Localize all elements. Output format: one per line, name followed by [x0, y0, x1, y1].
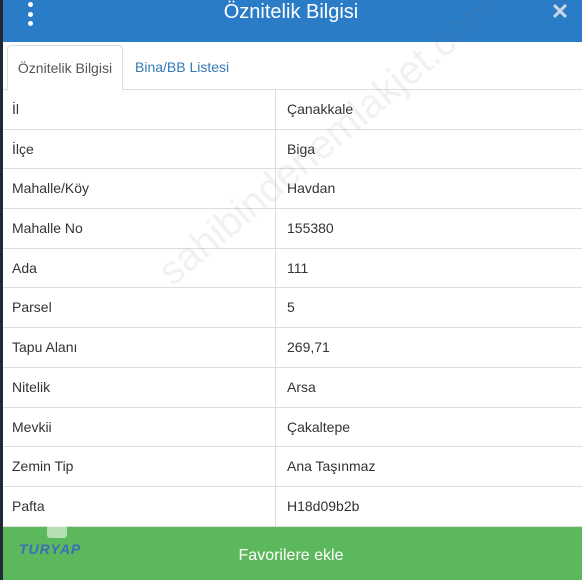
attribute-value: Ana Taşınmaz: [287, 458, 376, 475]
attribute-value: 155380: [287, 220, 334, 237]
dialog-title: Öznitelik Bilgisi: [223, 1, 359, 23]
table-row: Mevkii Çakaltepe: [0, 407, 582, 448]
tab-bar: Öznitelik Bilgisi Bina/BB Listesi: [0, 42, 582, 91]
close-icon[interactable]: ✕: [550, 1, 570, 23]
add-to-favorites-label: Favorilere ekle: [238, 547, 344, 564]
attribute-value: Biga: [287, 140, 316, 157]
attribute-value: 111: [287, 259, 309, 276]
table-row: Mahalle No 155380: [0, 209, 582, 249]
attribute-key: Mahalle/Köy: [0, 169, 276, 209]
table-row: Parsel 5: [0, 288, 582, 329]
add-to-favorites-button[interactable]: TURYAP Favorilere ekle: [0, 524, 582, 580]
table-row: Tapu Alanı 269,71: [0, 328, 582, 368]
table-row: Pafta H18d09b2b: [0, 486, 582, 527]
table-row: Nitelik Arsa: [0, 367, 582, 408]
table-row: Ada 111: [0, 248, 582, 289]
tab-bina-bb-listesi[interactable]: Bina/BB Listesi: [135, 45, 229, 91]
attribute-value: Havdan: [287, 180, 336, 197]
attribute-key: Zemin Tip: [0, 447, 276, 486]
attribute-value: 5: [287, 299, 295, 316]
attribute-key: Pafta: [0, 486, 276, 526]
table-row: İl Çanakkale: [0, 90, 582, 130]
tab-oznitelik-bilgisi[interactable]: Öznitelik Bilgisi: [7, 45, 123, 91]
attribute-key: İl: [0, 90, 276, 129]
window-left-edge: [0, 0, 3, 580]
attribute-table: İl Çanakkale İlçe Biga Mahalle/Köy Havdan M…: [0, 90, 582, 527]
attribute-value: Arsa: [287, 378, 316, 395]
table-row: Zemin Tip Ana Taşınmaz: [0, 447, 582, 487]
title-bar: Öznitelik Bilgisi ✕: [0, 0, 582, 42]
attribute-key: Mahalle No: [0, 209, 276, 248]
attribute-key: Parsel: [0, 288, 276, 328]
attribute-value: Çakaltepe: [287, 418, 351, 435]
attribute-key: Ada: [0, 248, 276, 288]
attribute-value: Çanakkale: [287, 101, 354, 117]
attribute-value: H18d09b2b: [287, 497, 360, 514]
attribute-key: Mevkii: [0, 407, 276, 447]
table-row: Mahalle/Köy Havdan: [0, 169, 582, 210]
table-row: İlçe Biga: [0, 129, 582, 170]
attribute-key: İlçe: [0, 129, 276, 169]
attribute-key: Tapu Alanı: [0, 328, 276, 367]
attribute-value: 269,71: [287, 339, 330, 356]
attribute-key: Nitelik: [0, 367, 276, 407]
